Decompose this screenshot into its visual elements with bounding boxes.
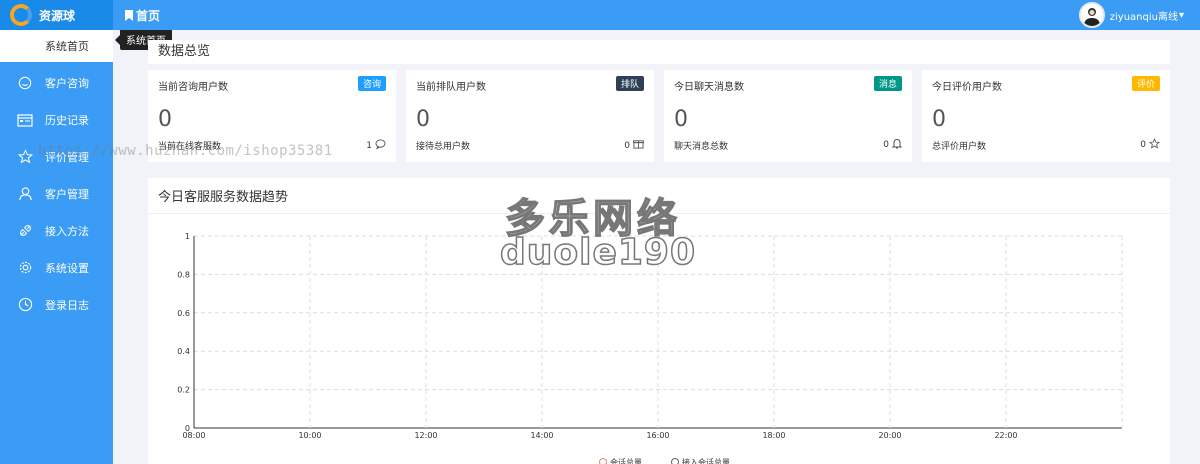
card-sub-value-wrap: 1 <box>366 139 386 152</box>
avatar <box>1078 2 1105 28</box>
bookmark-icon <box>125 9 133 21</box>
watermark-text-2: duole190 <box>499 231 697 274</box>
card-tag: 咨询 <box>357 76 386 91</box>
card-sub-value: 0 <box>1140 140 1146 150</box>
bell-icon <box>891 138 903 152</box>
stat-card-messages: 今日聊天消息数 消息 0 聊天消息总数 0 <box>664 70 912 162</box>
x-tick-label: 12:00 <box>414 431 437 440</box>
sidebar-item-integration[interactable]: 接入方法 <box>0 212 113 249</box>
x-tick-label: 22:00 <box>994 431 1017 440</box>
card-tag: 评价 <box>1131 76 1160 91</box>
card-sub-value-wrap: 0 <box>624 139 644 152</box>
card-sub-label: 总评价用户数 <box>932 142 987 152</box>
card-sub-value: 0 <box>883 140 889 150</box>
sidebar-item-home[interactable]: 系统首页 <box>0 30 113 62</box>
sidebar-item-label: 客户管理 <box>45 187 89 201</box>
watermark-url: https://www.huzhan.com/ishop35381 <box>38 143 333 159</box>
y-tick-label: 0.6 <box>177 309 190 318</box>
legend-label: 接入会话总量 <box>682 457 730 464</box>
chat-icon <box>375 139 386 152</box>
card-tag: 消息 <box>873 76 902 91</box>
user-menu[interactable]: ziyuanqiu离线 ▾ <box>1078 2 1184 28</box>
card-title: 当前排队用户数 <box>416 82 486 93</box>
card-sub-label: 聊天消息总数 <box>674 142 729 152</box>
card-title: 当前咨询用户数 <box>158 82 228 93</box>
x-tick-label: 14:00 <box>530 431 553 440</box>
card-sub-value: 1 <box>366 140 372 151</box>
sidebar-item-history[interactable]: 历史记录 <box>0 101 113 138</box>
y-tick-label: 1 <box>185 232 190 241</box>
stat-card-ratings: 今日评价用户数 评价 0 总评价用户数 0 <box>922 70 1170 162</box>
y-tick-label: 0.8 <box>177 270 190 279</box>
plug-icon <box>17 223 33 239</box>
x-tick-label: 16:00 <box>646 431 669 440</box>
sidebar-item-settings[interactable]: 系统设置 <box>0 249 113 286</box>
card-sub-label: 接待总用户数 <box>416 142 471 152</box>
x-tick-label: 10:00 <box>298 431 321 440</box>
sidebar-item-label: 登录日志 <box>45 298 89 312</box>
card-value: 0 <box>158 107 172 132</box>
topbar: 首页 ziyuanqiu离线 ▾ <box>113 0 1200 30</box>
user-icon <box>17 186 33 202</box>
y-tick-label: 0.4 <box>177 347 190 356</box>
sidebar-item-login-log[interactable]: 登录日志 <box>0 286 113 323</box>
star-icon <box>17 149 33 165</box>
calendar-icon <box>17 112 33 128</box>
card-tag: 排队 <box>615 76 644 91</box>
card-sub-value-wrap: 0 <box>883 138 903 152</box>
card-value: 0 <box>674 107 688 132</box>
brand-title: 资源球 <box>39 8 76 23</box>
brand[interactable]: 资源球 <box>0 0 113 30</box>
sidebar-item-customers[interactable]: 客户管理 <box>0 175 113 212</box>
sidebar-item-consult[interactable]: 客户咨询 <box>0 64 113 101</box>
gear-icon <box>17 260 33 276</box>
clock-icon <box>17 297 33 313</box>
legend-marker <box>599 458 607 464</box>
card-title: 今日聊天消息数 <box>674 82 744 93</box>
caret-down-icon: ▾ <box>1178 9 1184 21</box>
sidebar-item-label: 系统设置 <box>45 261 89 275</box>
card-sub-value-wrap: 0 <box>1140 138 1161 152</box>
sidebar-item-label: 客户咨询 <box>45 76 89 90</box>
page-title: 首页 <box>136 8 161 23</box>
sidebar-item-label: 接入方法 <box>45 224 89 238</box>
sidebar: 资源球 系统首页 客户咨询 历史记录 评价管理 客户管理 接入方法 系统设置 登… <box>0 0 113 464</box>
sidebar-item-label: 历史记录 <box>45 113 89 127</box>
gift-icon <box>633 139 644 152</box>
x-tick-label: 18:00 <box>762 431 785 440</box>
star-icon <box>1148 138 1161 152</box>
card-value: 0 <box>932 107 946 132</box>
card-title: 今日评价用户数 <box>932 82 1002 93</box>
smile-icon <box>17 75 33 91</box>
sidebar-item-label: 系统首页 <box>45 40 89 53</box>
x-tick-label: 20:00 <box>878 431 901 440</box>
legend-marker <box>671 458 679 464</box>
username-status: ziyuanqiu离线 <box>1109 11 1178 23</box>
card-value: 0 <box>416 107 430 132</box>
legend-label: 会话总量 <box>610 457 642 464</box>
y-tick-label: 0.2 <box>177 386 190 395</box>
overview-header: 数据总览 <box>148 40 1170 64</box>
stat-card-queue: 当前排队用户数 排队 0 接待总用户数 0 <box>406 70 654 162</box>
logo-icon <box>10 4 32 26</box>
x-tick-label: 08:00 <box>182 431 205 440</box>
card-sub-value: 0 <box>624 140 630 151</box>
